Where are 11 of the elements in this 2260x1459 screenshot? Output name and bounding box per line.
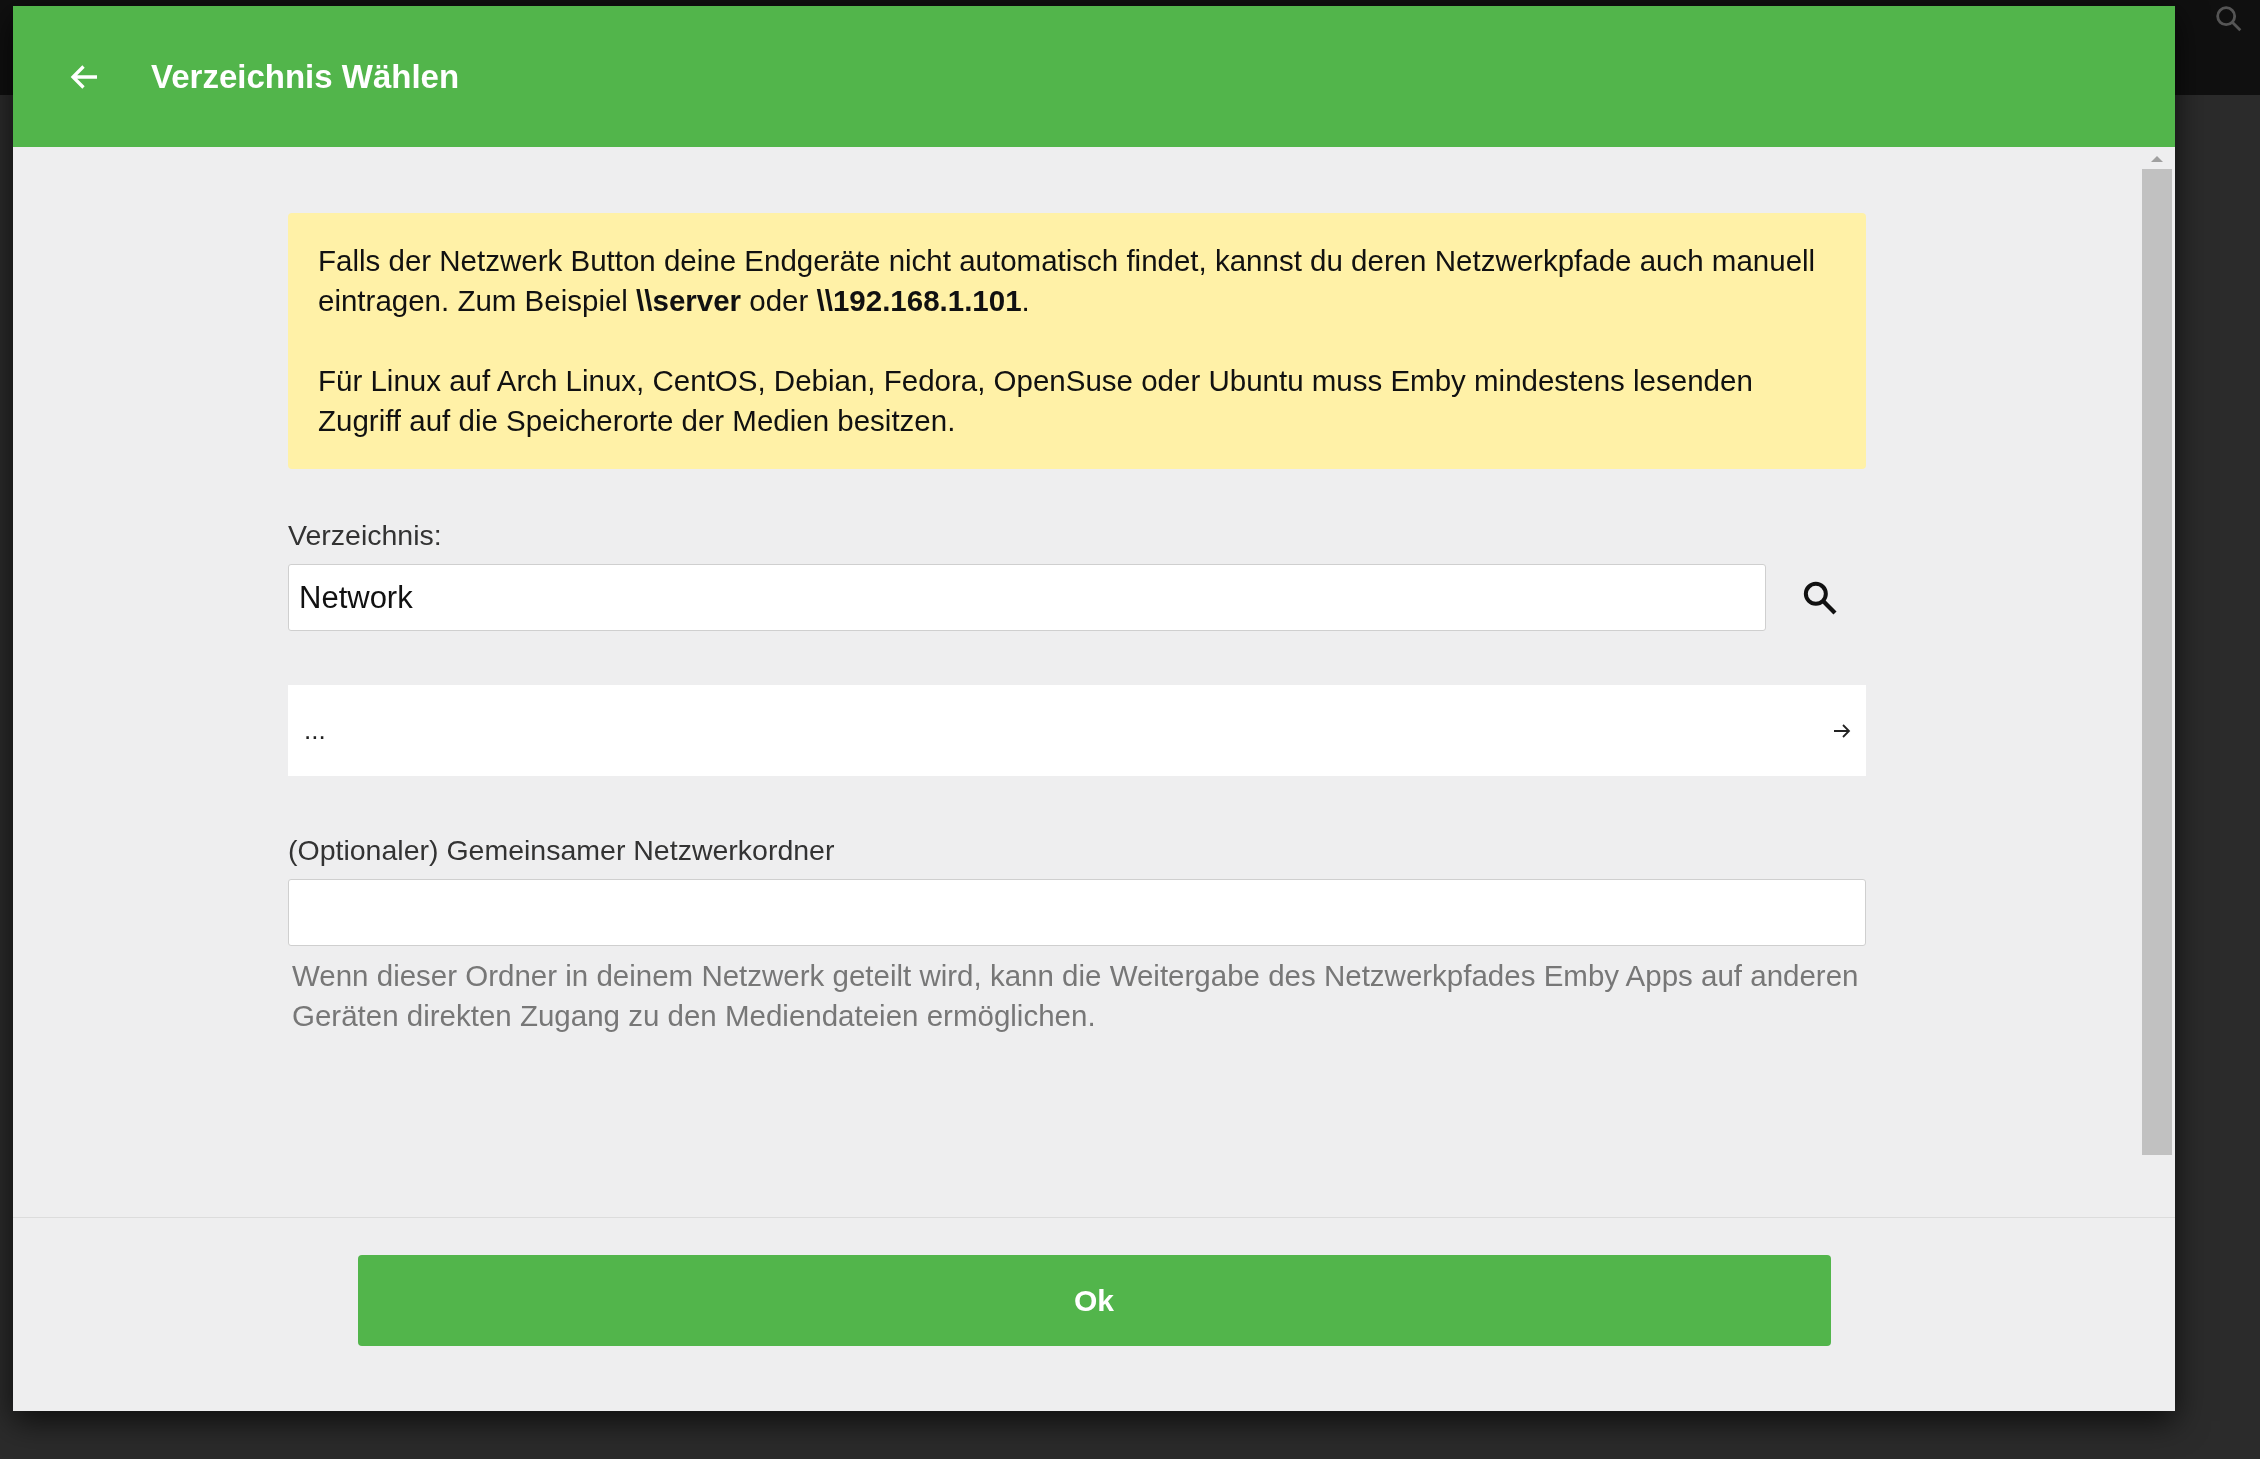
notice-text: Für Linux auf Arch Linux, CentOS, Debian, Fedora, OpenSuse oder Ubuntu muss Emby mindestens lesenden Zugriff auf die Speicherorte der Medien besitzen.	[318, 363, 1754, 439]
folder-entry[interactable]: ...	[288, 685, 1866, 776]
notice-text: Falls der Netzwerk Button deine Endgeräte nicht automatisch findet, kannst du deren Netzwerkpfade auch manuell eintragen. Zum Beispiel \\server oder \\192.168.1.101.	[318, 243, 1817, 319]
field-label: Verzeichnis:	[288, 519, 443, 552]
directory-input[interactable]: Network	[288, 564, 1766, 631]
share-input[interactable]	[288, 879, 1866, 946]
scroll-up-arrow-icon[interactable]	[2150, 155, 2164, 163]
field-label: (Optionaler) Gemeinsamer Netzwerkordner	[288, 834, 836, 867]
dialog-title: Verzeichnis Wählen	[151, 57, 460, 96]
scrollbar[interactable]	[2142, 155, 2172, 1155]
help-text: Wenn dieser Ordner in deinem Netzwerk geteilt wird, kann die Weitergabe des Netzwerkpfades Emby Apps auf anderen Geräten direkten Zugang zu den Mediendateien ermöglichen.	[291, 958, 1860, 1034]
